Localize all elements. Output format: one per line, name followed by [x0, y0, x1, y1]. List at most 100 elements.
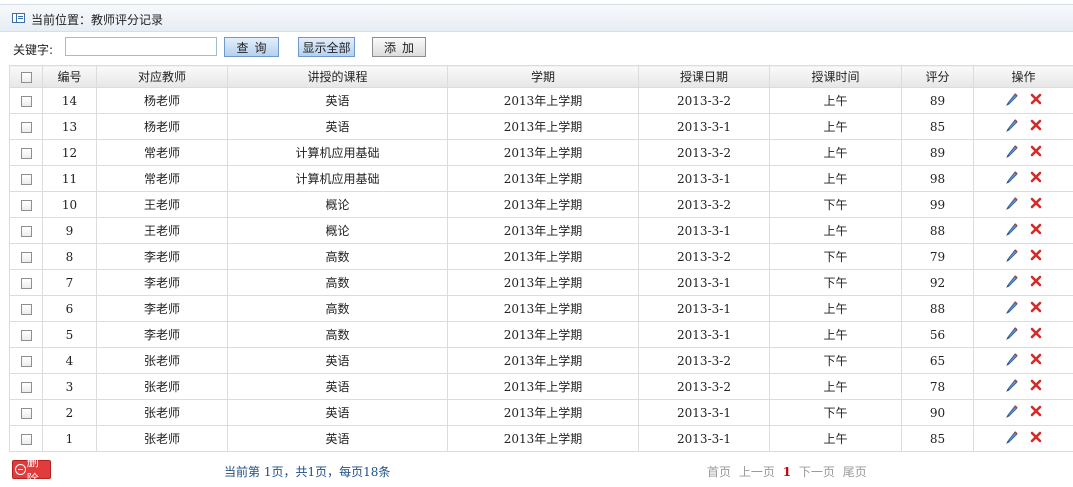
table-row: 4张老师英语2013年上学期2013-3-2下午65 — [10, 348, 1073, 374]
pager-prev[interactable]: 上一页 — [739, 465, 775, 479]
red-x-icon[interactable] — [1029, 170, 1043, 184]
cell-date: 2013-3-2 — [639, 192, 770, 218]
pager-last[interactable]: 尾页 — [843, 465, 867, 479]
row-checkbox[interactable] — [21, 148, 32, 159]
cell-course: 英语 — [228, 348, 448, 374]
red-x-icon[interactable] — [1029, 196, 1043, 210]
table-header-row: 编号 对应教师 讲授的课程 学期 授课日期 授课时间 评分 操作 — [10, 66, 1073, 88]
row-checkbox[interactable] — [21, 226, 32, 237]
red-x-icon[interactable] — [1029, 274, 1043, 288]
cell-ops — [974, 348, 1073, 374]
cell-teacher: 张老师 — [97, 426, 228, 452]
cell-term: 2013年上学期 — [448, 270, 639, 296]
row-checkbox[interactable] — [21, 304, 32, 315]
select-all-checkbox[interactable] — [21, 72, 32, 83]
row-checkbox[interactable] — [21, 200, 32, 211]
cell-date: 2013-3-1 — [639, 426, 770, 452]
cell-ops — [974, 400, 1073, 426]
red-x-icon[interactable] — [1029, 222, 1043, 236]
cell-term: 2013年上学期 — [448, 166, 639, 192]
cell-id: 9 — [43, 218, 97, 244]
cell-id: 1 — [43, 426, 97, 452]
cell-teacher: 常老师 — [97, 140, 228, 166]
cell-ops — [974, 322, 1073, 348]
cell-course: 英语 — [228, 114, 448, 140]
batch-delete-label: 删除 — [27, 453, 50, 487]
pencil-icon[interactable] — [1005, 196, 1019, 210]
cell-ops — [974, 192, 1073, 218]
page-info: 当前第 1页，共1页，每页18条 — [224, 463, 390, 480]
red-x-icon[interactable] — [1029, 300, 1043, 314]
show-all-button[interactable]: 显示全部 — [298, 37, 355, 57]
cell-time: 上午 — [770, 426, 902, 452]
cell-id: 8 — [43, 244, 97, 270]
red-x-icon[interactable] — [1029, 378, 1043, 392]
table-row: 3张老师英语2013年上学期2013-3-2上午78 — [10, 374, 1073, 400]
cell-ops — [974, 166, 1073, 192]
cell-id: 7 — [43, 270, 97, 296]
red-x-icon[interactable] — [1029, 144, 1043, 158]
cell-time: 上午 — [770, 296, 902, 322]
cell-score: 65 — [902, 348, 974, 374]
row-checkbox[interactable] — [21, 382, 32, 393]
pencil-icon[interactable] — [1005, 378, 1019, 392]
pencil-icon[interactable] — [1005, 404, 1019, 418]
row-checkbox[interactable] — [21, 96, 32, 107]
cell-term: 2013年上学期 — [448, 192, 639, 218]
pencil-icon[interactable] — [1005, 170, 1019, 184]
row-checkbox[interactable] — [21, 252, 32, 263]
cell-ops — [974, 374, 1073, 400]
red-x-icon[interactable] — [1029, 248, 1043, 262]
header-ops: 操作 — [974, 66, 1073, 88]
pencil-icon[interactable] — [1005, 222, 1019, 236]
pencil-icon[interactable] — [1005, 326, 1019, 340]
row-checkbox[interactable] — [21, 278, 32, 289]
red-x-icon[interactable] — [1029, 352, 1043, 366]
cell-time: 上午 — [770, 140, 902, 166]
pager-next[interactable]: 下一页 — [799, 465, 835, 479]
pencil-icon[interactable] — [1005, 248, 1019, 262]
pencil-icon[interactable] — [1005, 118, 1019, 132]
row-checkbox[interactable] — [21, 122, 32, 133]
cell-course: 英语 — [228, 374, 448, 400]
cell-course: 高数 — [228, 322, 448, 348]
row-select-cell — [10, 192, 43, 218]
cell-ops — [974, 270, 1073, 296]
table-row: 6李老师高数2013年上学期2013-3-1上午88 — [10, 296, 1073, 322]
row-checkbox[interactable] — [21, 356, 32, 367]
cell-id: 13 — [43, 114, 97, 140]
table-row: 13杨老师英语2013年上学期2013-3-1上午85 — [10, 114, 1073, 140]
pencil-icon[interactable] — [1005, 300, 1019, 314]
cell-score: 85 — [902, 114, 974, 140]
pencil-icon[interactable] — [1005, 274, 1019, 288]
table-row: 2张老师英语2013年上学期2013-3-1下午90 — [10, 400, 1073, 426]
row-checkbox[interactable] — [21, 174, 32, 185]
cell-term: 2013年上学期 — [448, 374, 639, 400]
red-x-icon[interactable] — [1029, 92, 1043, 106]
red-x-icon[interactable] — [1029, 326, 1043, 340]
add-button[interactable]: 添加 — [372, 37, 426, 57]
cell-teacher: 李老师 — [97, 322, 228, 348]
pencil-icon[interactable] — [1005, 92, 1019, 106]
red-x-icon[interactable] — [1029, 118, 1043, 132]
row-select-cell — [10, 140, 43, 166]
pencil-icon[interactable] — [1005, 430, 1019, 444]
pencil-icon[interactable] — [1005, 352, 1019, 366]
pencil-icon[interactable] — [1005, 144, 1019, 158]
cell-score: 98 — [902, 166, 974, 192]
cell-score: 78 — [902, 374, 974, 400]
row-checkbox[interactable] — [21, 408, 32, 419]
batch-delete-button[interactable]: 删除 — [12, 460, 51, 479]
red-x-icon[interactable] — [1029, 430, 1043, 444]
pager-first[interactable]: 首页 — [707, 465, 731, 479]
cell-date: 2013-3-2 — [639, 244, 770, 270]
row-checkbox[interactable] — [21, 434, 32, 445]
cell-course: 英语 — [228, 426, 448, 452]
table-row: 8李老师高数2013年上学期2013-3-2下午79 — [10, 244, 1073, 270]
row-select-cell — [10, 296, 43, 322]
red-x-icon[interactable] — [1029, 404, 1043, 418]
query-button[interactable]: 查询 — [224, 37, 279, 57]
row-checkbox[interactable] — [21, 330, 32, 341]
cell-id: 12 — [43, 140, 97, 166]
keyword-input[interactable] — [65, 37, 217, 56]
